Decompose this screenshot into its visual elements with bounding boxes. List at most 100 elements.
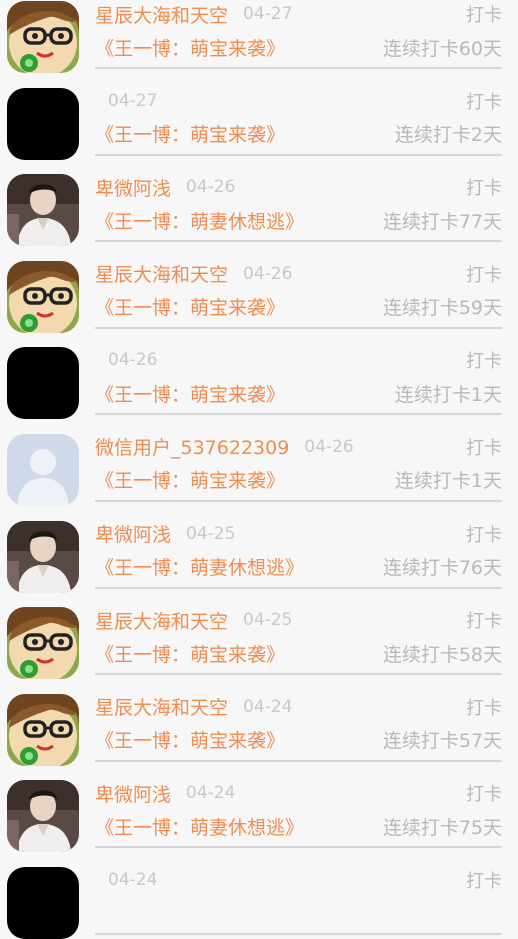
streak-count: 连续打卡57天 bbox=[382, 730, 502, 753]
avatar[interactable] bbox=[7, 780, 79, 853]
divider bbox=[95, 846, 502, 849]
streak-count: 连续打卡76天 bbox=[382, 557, 502, 580]
checkin-action-label: 打卡 bbox=[466, 437, 502, 459]
avatar[interactable] bbox=[7, 347, 79, 420]
divider bbox=[95, 499, 502, 502]
avatar[interactable] bbox=[7, 607, 79, 680]
checkin-date: 04-24 bbox=[108, 869, 158, 890]
book-title-link[interactable]: 《王一博：萌宝来袭》 bbox=[95, 380, 285, 407]
list-item[interactable]: 星辰大海和天空 04-25 打卡《王一博：萌宝来袭》 连续打卡58天 bbox=[0, 592, 518, 680]
divider bbox=[95, 586, 502, 589]
divider bbox=[95, 673, 502, 676]
avatar[interactable] bbox=[7, 260, 79, 333]
divider bbox=[95, 153, 502, 156]
item-header: 04-27 打卡 bbox=[95, 86, 502, 116]
streak-count: 连续打卡60天 bbox=[382, 37, 502, 60]
checkin-feed[interactable]: 星辰大海和天空 04-27 打卡 《王一博：萌宝来袭》 连续打卡60天 04-27 打卡 《王… bbox=[0, 0, 518, 939]
book-title-link[interactable]: 《王一博：萌宝来袭》 bbox=[95, 640, 285, 667]
divider bbox=[95, 240, 502, 243]
checkin-action-label: 打卡 bbox=[466, 5, 502, 26]
avatar[interactable] bbox=[7, 1, 79, 73]
divider bbox=[95, 413, 502, 416]
avatar[interactable] bbox=[7, 693, 79, 766]
list-item[interactable]: 04-24 打卡 bbox=[0, 852, 518, 939]
avatar[interactable] bbox=[7, 87, 79, 160]
book-title-link[interactable]: 《王一博：萌宝来袭》 bbox=[95, 726, 285, 753]
list-item[interactable]: 卑微阿浅 04-25 打卡 《王一博：萌妻休想逃》 连续打卡76天 bbox=[0, 506, 518, 593]
item-header: 04-24 打卡 bbox=[95, 865, 502, 895]
item-header: 微信用户_537622309 04-26 打卡 bbox=[95, 432, 502, 462]
list-item[interactable]: 卑微阿浅 04-24 打卡 《王一博：萌妻休想逃》 连续打卡75天 bbox=[0, 765, 518, 853]
streak-count: 连续打卡77天 bbox=[382, 210, 502, 233]
user-name[interactable]: 微信用户_537622309 bbox=[95, 433, 289, 460]
item-detail: 《王一博：萌宝来袭》 连续打卡1天 bbox=[95, 378, 502, 408]
checkin-action-label: 打卡 bbox=[466, 870, 502, 892]
checkin-date: 04-24 bbox=[186, 783, 236, 804]
photo-person-icon bbox=[7, 780, 79, 853]
item-header: 星辰大海和天空 04-26 打卡 bbox=[95, 259, 502, 289]
user-name[interactable]: 星辰大海和天空 bbox=[95, 693, 228, 720]
streak-count: 连续打卡2天 bbox=[394, 124, 502, 147]
black-avatar-icon bbox=[7, 866, 79, 939]
checkin-date: 04-27 bbox=[243, 4, 293, 24]
cartoon-boy-glasses-icon bbox=[7, 693, 79, 766]
checkin-date: 04-26 bbox=[108, 350, 158, 371]
checkin-action-label: 打卡 bbox=[466, 91, 502, 113]
streak-count: 连续打卡59天 bbox=[382, 297, 502, 320]
streak-count: 连续打卡1天 bbox=[394, 383, 502, 406]
list-item[interactable]: 微信用户_537622309 04-26 打卡 《王一博：萌宝来袭》 连续打卡1天 bbox=[0, 419, 518, 506]
item-header: 卑微阿浅 04-25 打卡 bbox=[95, 519, 502, 549]
photo-person-icon bbox=[7, 520, 79, 593]
user-name[interactable]: 卑微阿浅 bbox=[95, 520, 171, 547]
book-title-link[interactable]: 《王一博：萌宝来袭》 bbox=[95, 293, 285, 320]
checkin-action-label: 打卡 bbox=[466, 178, 502, 200]
book-title-link[interactable]: 《王一博：萌宝来袭》 bbox=[95, 120, 285, 147]
item-header: 卑微阿浅 04-24 打卡 bbox=[95, 778, 502, 808]
book-title-link[interactable]: 《王一博：萌宝来袭》 bbox=[95, 34, 285, 61]
checkin-date: 04-25 bbox=[186, 523, 236, 544]
checkin-date: 04-26 bbox=[186, 177, 236, 198]
item-detail: 《王一博：萌妻休想逃》 连续打卡77天 bbox=[95, 205, 502, 235]
item-detail: 《王一博：萌宝来袭》 连续打卡1天 bbox=[95, 465, 502, 495]
black-avatar-icon bbox=[7, 347, 79, 420]
list-item[interactable]: 04-27 打卡 《王一博：萌宝来袭》 连续打卡2天 bbox=[0, 73, 518, 160]
divider bbox=[95, 326, 502, 329]
user-name[interactable]: 卑微阿浅 bbox=[95, 780, 171, 807]
user-name[interactable]: 星辰大海和天空 bbox=[95, 607, 228, 634]
item-header: 卑微阿浅 04-26 打卡 bbox=[95, 172, 502, 202]
item-header: 星辰大海和天空 04-27 打卡 bbox=[95, 0, 502, 29]
list-item[interactable]: 卑微阿浅 04-26 打卡《王一博：萌妻休想逃》 连续打卡77天 bbox=[0, 159, 518, 247]
photo-person-icon bbox=[7, 174, 79, 247]
avatar[interactable] bbox=[7, 520, 79, 593]
list-item[interactable]: 04-26 打卡 《王一博：萌宝来袭》 连续打卡1天 bbox=[0, 332, 518, 420]
user-name[interactable]: 星辰大海和天空 bbox=[95, 1, 228, 28]
streak-count: 连续打卡75天 bbox=[382, 816, 502, 839]
divider bbox=[95, 759, 502, 762]
divider bbox=[95, 932, 502, 935]
user-name[interactable]: 卑微阿浅 bbox=[95, 174, 171, 201]
streak-count: 连续打卡1天 bbox=[394, 470, 502, 493]
streak-count: 连续打卡58天 bbox=[382, 643, 502, 666]
book-title-link[interactable]: 《王一博：萌宝来袭》 bbox=[95, 466, 285, 493]
item-detail: 《王一博：萌宝来袭》 连续打卡2天 bbox=[95, 119, 502, 149]
checkin-date: 04-25 bbox=[243, 610, 293, 631]
book-title-link[interactable]: 《王一博：萌妻休想逃》 bbox=[95, 553, 304, 580]
list-item[interactable]: 星辰大海和天空 04-27 打卡《王一博：萌宝来袭》 连续打卡60天 bbox=[0, 0, 518, 73]
avatar[interactable] bbox=[7, 174, 79, 247]
cartoon-boy-glasses-icon bbox=[7, 260, 79, 333]
avatar[interactable] bbox=[7, 866, 79, 939]
list-item[interactable]: 星辰大海和天空 04-24 打卡 《王一博：萌宝来袭》 连续打卡57天 bbox=[0, 679, 518, 766]
list-item[interactable]: 星辰大海和天空 04-26 打卡 《王一博：萌宝来袭》 连续打卡59天 bbox=[0, 246, 518, 333]
user-name[interactable]: 星辰大海和天空 bbox=[95, 260, 228, 287]
cartoon-boy-glasses-icon bbox=[7, 1, 79, 73]
item-header: 星辰大海和天空 04-25 打卡 bbox=[95, 605, 502, 635]
item-detail: 《王一博：萌宝来袭》 连续打卡57天 bbox=[95, 725, 502, 755]
item-detail: 《王一博：萌妻休想逃》 连续打卡75天 bbox=[95, 811, 502, 841]
book-title-link[interactable]: 《王一博：萌妻休想逃》 bbox=[95, 207, 304, 234]
item-header: 星辰大海和天空 04-24 打卡 bbox=[95, 692, 502, 722]
book-title-link[interactable]: 《王一博：萌妻休想逃》 bbox=[95, 813, 304, 840]
item-detail: 《王一博：萌宝来袭》 连续打卡58天 bbox=[95, 638, 502, 668]
avatar[interactable] bbox=[7, 433, 79, 506]
item-detail: 《王一博：萌宝来袭》 连续打卡59天 bbox=[95, 292, 502, 322]
checkin-action-label: 打卡 bbox=[466, 611, 502, 633]
